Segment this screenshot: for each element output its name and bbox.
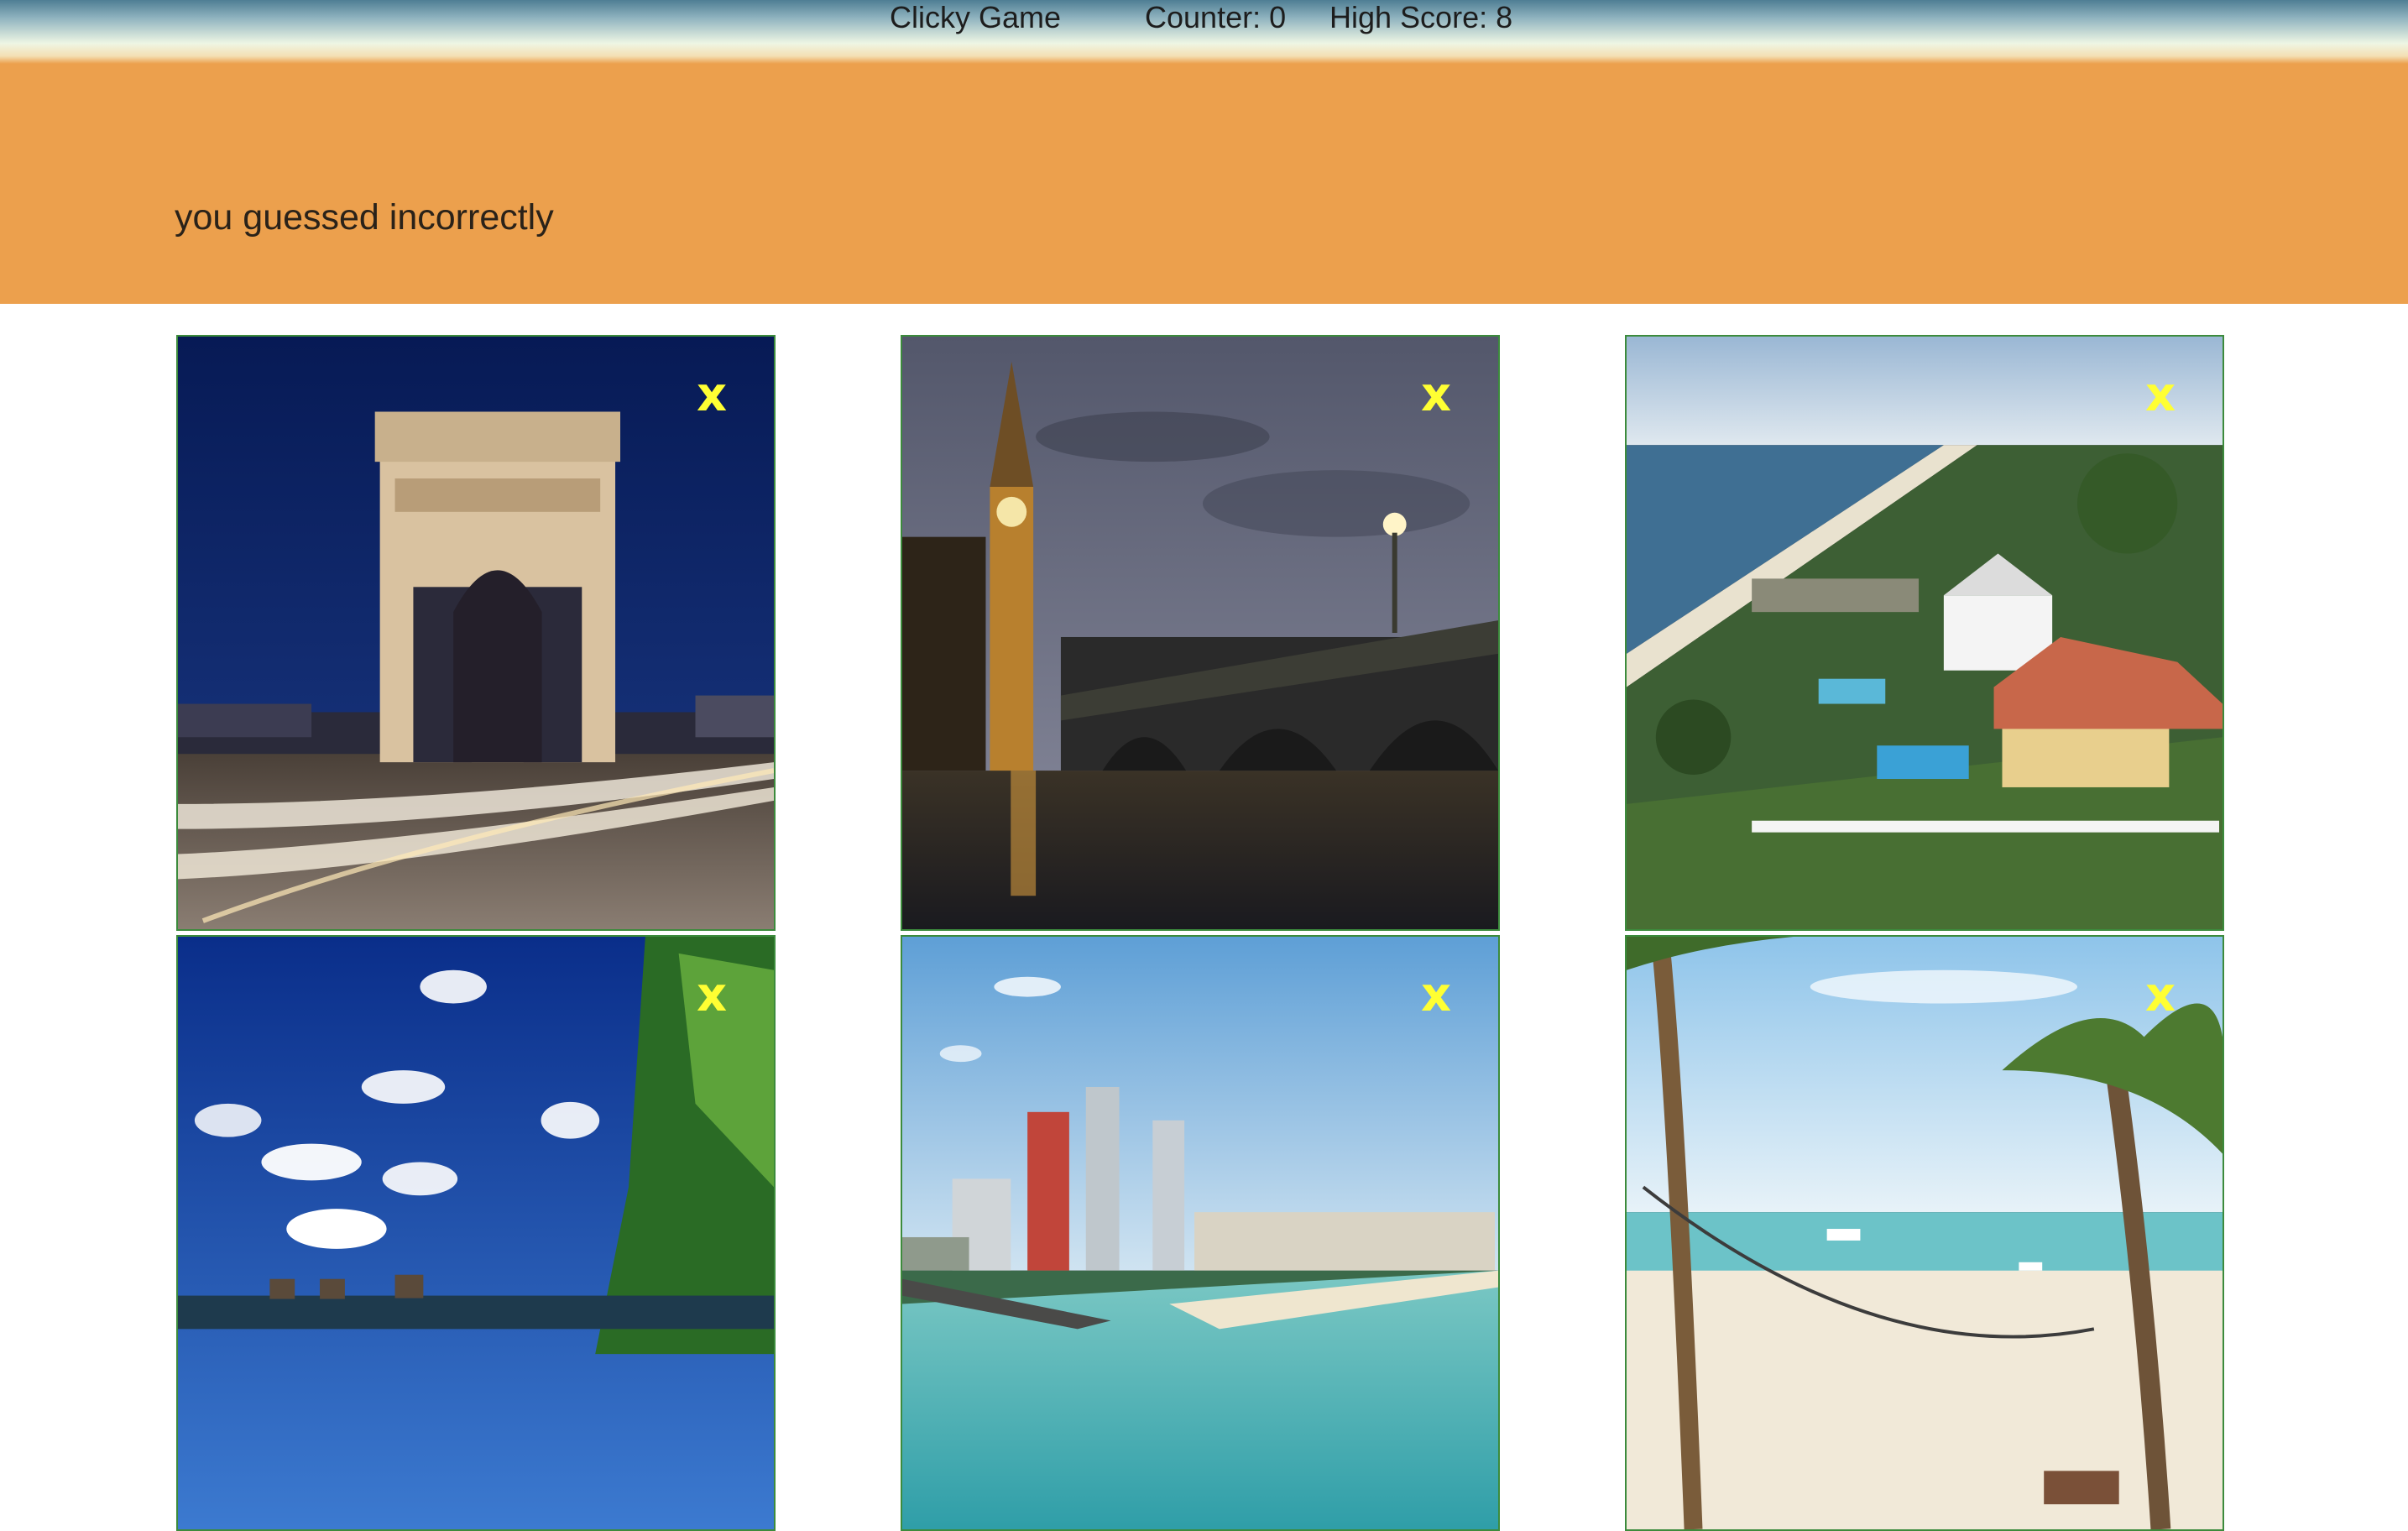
app-title[interactable]: Clicky Game [890,0,1061,35]
miami-skyline-image [902,937,1498,1529]
card-mark: x [2145,368,2176,422]
counter-display: Counter: 0 [1145,0,1287,34]
card-mark: x [697,968,728,1022]
image-card-big-ben[interactable]: x [901,335,1500,931]
high-score-display: High Score: 8 [1329,0,1513,34]
card-mark: x [2145,968,2176,1022]
card-mark: x [1421,368,1452,422]
arc-de-triomphe-image [178,337,774,929]
palm-beach-image [1627,937,2223,1529]
image-card-palm-beach[interactable]: x [1625,935,2224,1531]
status-banner: you guessed incorrectly [0,64,2408,304]
coastal-resort-image [1627,337,2223,929]
tropical-island-image [178,937,774,1529]
image-card-coastal-resort[interactable]: x [1625,335,2224,931]
image-card-tropical-island[interactable]: x [176,935,776,1531]
image-card-arc-de-triomphe[interactable]: x [176,335,776,931]
image-card-miami-skyline[interactable]: x [901,935,1500,1531]
navbar: Clicky Game Counter: 0 High Score: 8 [0,0,2408,64]
status-message: you guessed incorrectly [175,197,554,238]
card-mark: x [1421,968,1452,1022]
big-ben-image [902,337,1498,929]
card-mark: x [697,368,728,422]
